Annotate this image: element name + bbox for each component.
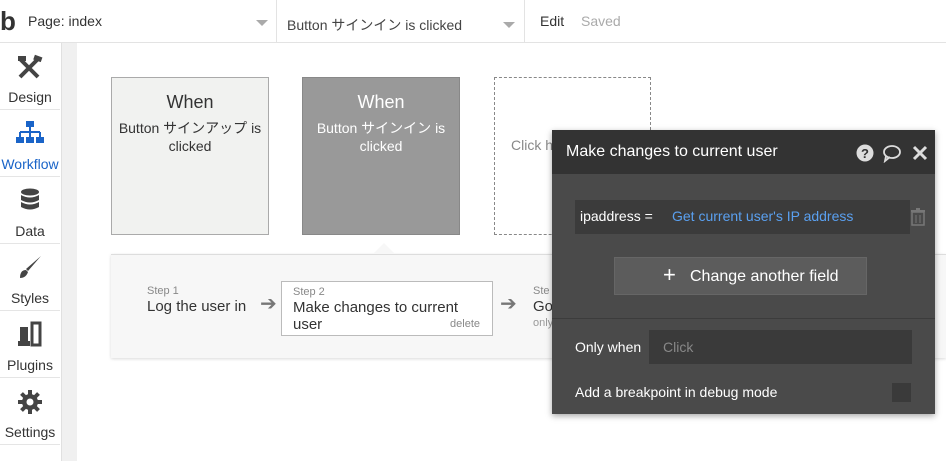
step-number: Step 2 xyxy=(293,286,325,298)
plugin-icon xyxy=(18,321,42,347)
sidebar: Design Workflow Data Styles Plugins Sett… xyxy=(0,43,62,461)
sidebar-item-workflow[interactable]: Workflow xyxy=(0,110,60,177)
change-another-field-button[interactable]: + Change another field xyxy=(614,257,867,295)
brush-icon xyxy=(20,256,41,278)
arrow-right-icon: ➔ xyxy=(260,293,277,315)
sidebar-item-label: Styles xyxy=(10,290,50,306)
design-icon xyxy=(18,54,43,79)
step-condition: only xyxy=(533,317,554,329)
step-3[interactable]: Ste Go only xyxy=(533,285,553,329)
workflow-selector-label: Button サインイン is clicked xyxy=(287,17,463,33)
comment-icon[interactable] xyxy=(882,143,902,163)
page-selector[interactable]: Page: index xyxy=(18,0,277,43)
step-label: Go xyxy=(533,298,554,315)
breakpoint-label: Add a breakpoint in debug mode xyxy=(575,384,778,400)
workflow-selector[interactable]: Button サインイン is clicked xyxy=(277,0,525,43)
sidebar-item-styles[interactable]: Styles xyxy=(0,244,60,311)
event-heading: When xyxy=(166,92,214,112)
event-card-signin[interactable]: When Button サインイン is clicked xyxy=(302,77,460,235)
sidebar-item-label: Settings xyxy=(4,424,56,440)
close-icon[interactable] xyxy=(910,143,930,163)
page-selector-label: Page: index xyxy=(28,13,102,29)
field-value-expression[interactable]: Get current user's IP address xyxy=(672,208,853,224)
breakpoint-checkbox[interactable] xyxy=(892,383,911,402)
panel-title: Make changes to current user xyxy=(566,143,778,160)
saved-status: Saved xyxy=(581,13,621,29)
step-label: Log the user in xyxy=(147,298,247,315)
step-1[interactable]: Step 1 Log the user in xyxy=(147,285,246,315)
bubble-logo[interactable]: b xyxy=(0,8,20,34)
event-heading: When xyxy=(357,92,405,112)
chevron-down-icon xyxy=(503,22,515,28)
event-text: Button サインアップ is clicked xyxy=(118,120,262,154)
workflow-icon xyxy=(16,121,44,143)
event-text: Button サインイン is clicked xyxy=(316,120,446,154)
only-when-input[interactable]: Click xyxy=(649,330,912,364)
sidebar-gutter xyxy=(62,43,77,461)
sidebar-item-label: Plugins xyxy=(7,357,53,373)
top-bar: b Page: index Button サインイン is clicked Ed… xyxy=(0,0,946,43)
step-number: Ste xyxy=(533,285,550,297)
step-2[interactable]: Step 2 Make changes to current user dele… xyxy=(281,281,493,336)
edit-menu[interactable]: Edit xyxy=(540,13,564,29)
sidebar-item-data[interactable]: Data xyxy=(0,177,60,244)
selected-event-pointer xyxy=(373,243,395,254)
action-panel: Make changes to current user ? ipaddress… xyxy=(552,130,935,414)
delete-step-link[interactable]: delete xyxy=(450,318,480,330)
trash-icon[interactable] xyxy=(910,208,926,226)
field-assignment-row[interactable]: ipaddress = Get current user's IP addres… xyxy=(575,200,910,234)
database-icon xyxy=(21,188,39,210)
only-when-label: Only when xyxy=(575,339,642,355)
plus-icon: + xyxy=(663,262,676,287)
only-when-placeholder: Click xyxy=(663,339,694,355)
field-key: ipaddress = xyxy=(580,208,653,224)
step-number: Step 1 xyxy=(147,285,179,297)
svg-text:?: ? xyxy=(861,146,869,161)
panel-header: Make changes to current user ? xyxy=(552,130,935,174)
event-card-signup[interactable]: When Button サインアップ is clicked xyxy=(111,77,269,235)
sidebar-item-settings[interactable]: Settings xyxy=(0,378,60,445)
help-icon[interactable]: ? xyxy=(855,143,875,163)
sidebar-item-design[interactable]: Design xyxy=(0,43,60,110)
divider xyxy=(552,318,935,319)
sidebar-item-plugins[interactable]: Plugins xyxy=(0,311,60,378)
change-another-field-label: Change another field xyxy=(690,268,839,285)
sidebar-item-label: Design xyxy=(8,89,52,105)
sidebar-item-label: Workflow xyxy=(1,156,59,172)
arrow-right-icon: ➔ xyxy=(500,293,517,315)
chevron-down-icon xyxy=(256,20,268,26)
gear-icon xyxy=(18,390,42,414)
sidebar-item-label: Data xyxy=(15,223,45,239)
